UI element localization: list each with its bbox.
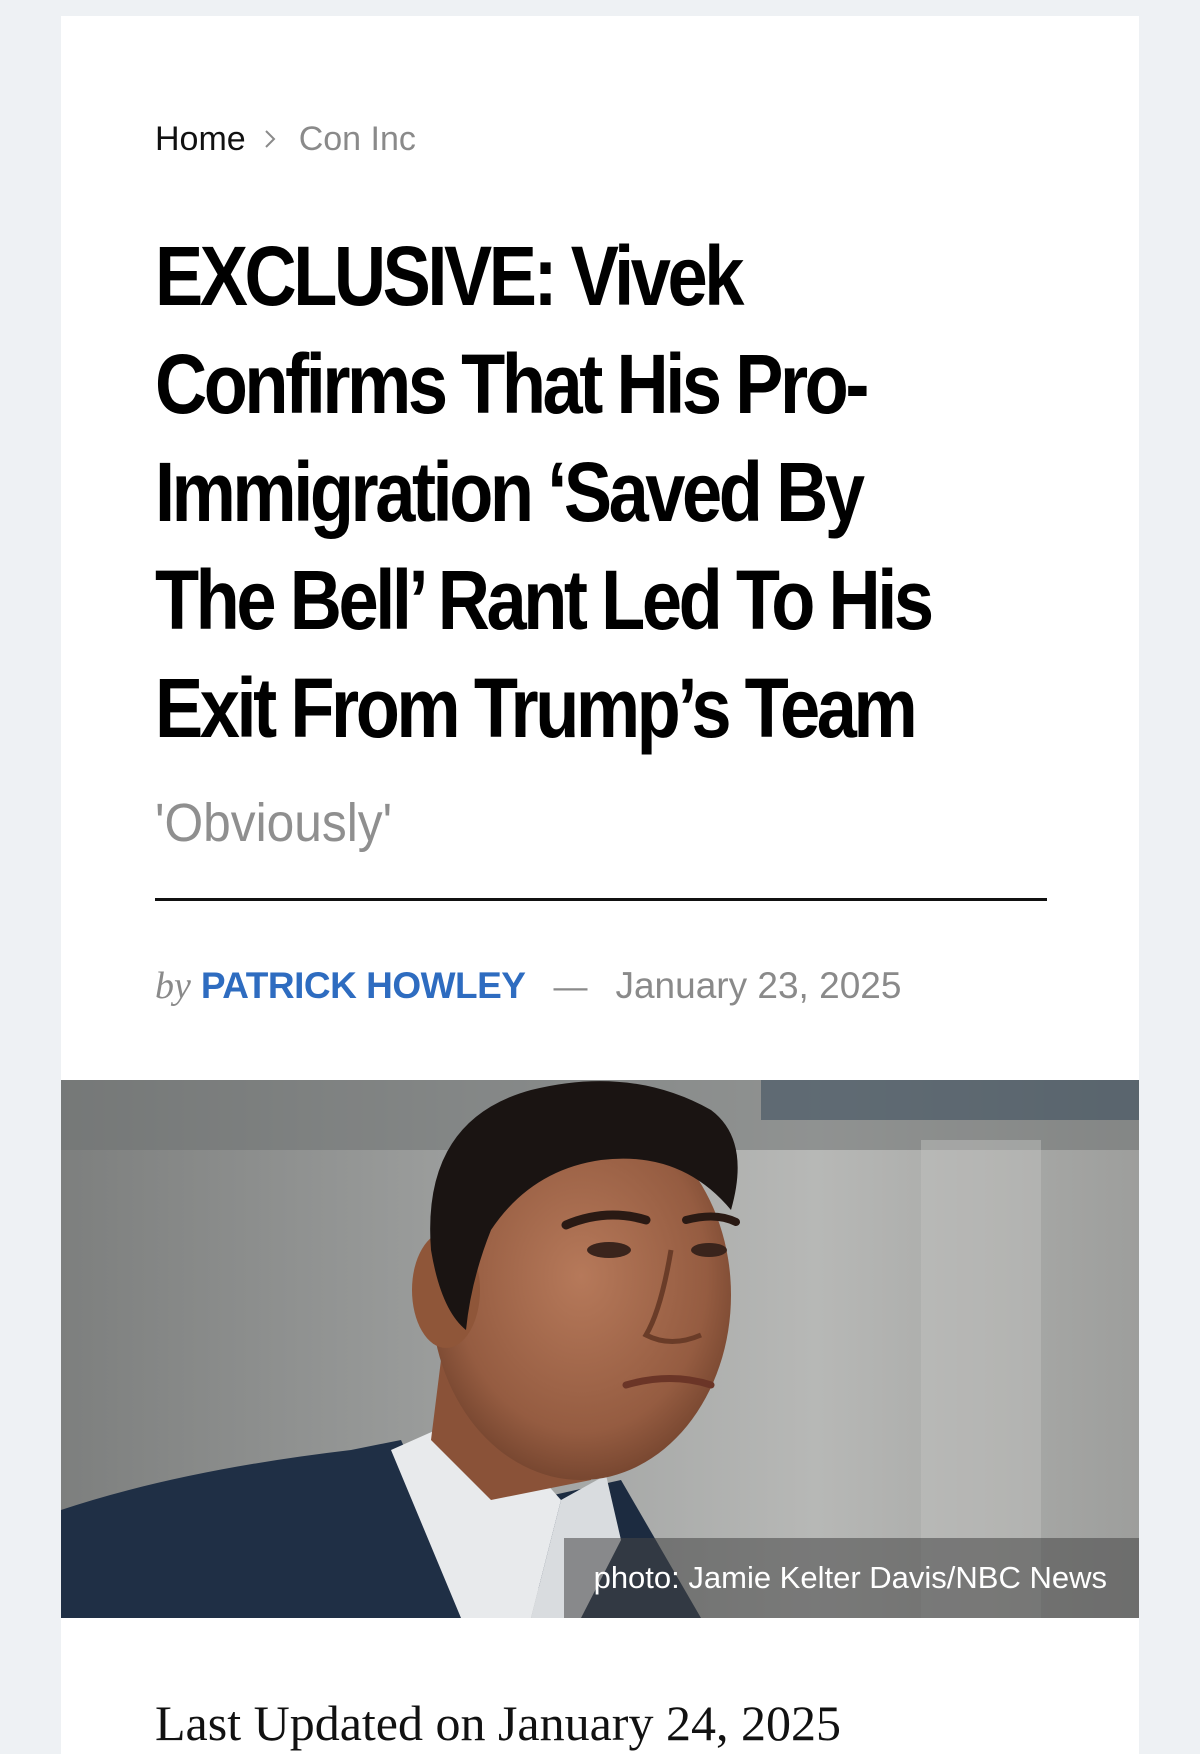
photo-caption: photo: Jamie Kelter Davis/NBC News — [563, 1538, 1139, 1618]
header-divider — [155, 898, 1047, 901]
headline-line: EXCLUSIVE: Vivek — [155, 229, 744, 323]
byline-prefix: by — [155, 965, 191, 1007]
headline-line: Confirms That His Pro- — [155, 337, 869, 431]
breadcrumb: Home Con Inc — [155, 122, 416, 156]
breadcrumb-home-link[interactable]: Home — [155, 122, 246, 156]
hero-image: photo: Jamie Kelter Davis/NBC News — [61, 1080, 1139, 1618]
article-headline: EXCLUSIVE: Vivek Confirms That His Pro- … — [155, 222, 1049, 762]
article-card: Home Con Inc EXCLUSIVE: Vivek Confirms T… — [61, 16, 1139, 1754]
breadcrumb-current: Con Inc — [298, 120, 416, 158]
article-subtitle: 'Obviously' — [155, 793, 393, 853]
author-link[interactable]: PATRICK HOWLEY — [201, 965, 526, 1007]
publish-date: January 23, 2025 — [615, 965, 902, 1006]
chevron-right-icon — [264, 129, 277, 149]
byline: by PATRICK HOWLEY — January 23, 2025 — [155, 964, 901, 1008]
headline-line: The Bell’ Rant Led To His — [155, 553, 934, 647]
byline-separator: — — [553, 968, 588, 1006]
headline-line: Exit From Trump’s Team — [155, 661, 918, 755]
headline-line: Immigration ‘Saved By — [155, 445, 865, 539]
last-updated: Last Updated on January 24, 2025 — [155, 1695, 841, 1751]
